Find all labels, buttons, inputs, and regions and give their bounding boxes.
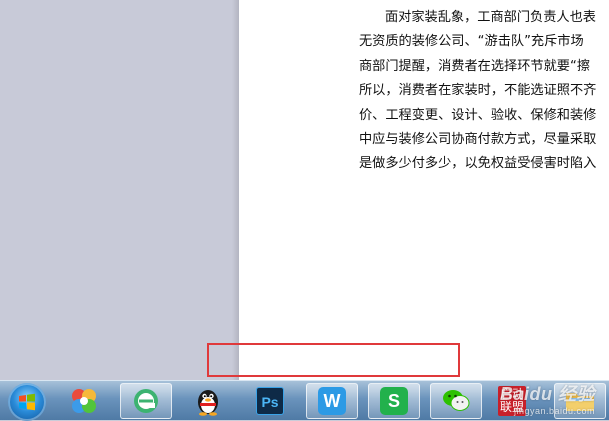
document-workspace: 面对家装乱象，工商部门负责人也表 无资质的装修公司、“游击队”充斥市场 商部门提…: [0, 0, 609, 380]
taskbar-app-photoshop[interactable]: Ps: [244, 383, 296, 419]
paragraph-line: 是做多少付多少，以免权益受侵害时陷入: [359, 156, 597, 172]
windows-flag-icon: [19, 393, 35, 411]
paragraph-line: 价、工程变更、设计、验收、保修和装修: [359, 107, 597, 123]
taskbar-app-wps-writer[interactable]: W: [306, 383, 358, 419]
baidu-jingyan-watermark: Baidu 经验 jingyan.baidu.com: [500, 380, 595, 416]
wechat-icon: [443, 390, 470, 411]
document-paragraph[interactable]: 面对家装乱象，工商部门负责人也表 无资质的装修公司、“游击队”充斥市场 商部门提…: [359, 6, 609, 177]
paragraph-line: 无资质的装修公司、“游击队”充斥市场: [359, 34, 584, 50]
taskbar-app-wechat[interactable]: [430, 383, 482, 419]
taskbar-app-pinwheel[interactable]: [58, 383, 110, 419]
qq-penguin-icon: [198, 390, 218, 416]
photoshop-icon: Ps: [256, 387, 284, 415]
browser-e-icon: [134, 389, 158, 413]
wps-writer-icon: W: [318, 387, 346, 415]
pinwheel-app-icon: [72, 389, 96, 413]
paragraph-line: 面对家装乱象，工商部门负责人也表: [385, 10, 596, 25]
watermark-subtext: jingyan.baidu.com: [513, 406, 595, 416]
wps-spreadsheet-icon: S: [380, 387, 408, 415]
taskbar-app-browser[interactable]: [120, 383, 172, 419]
taskbar: Ps W S 启动 联盟 Baidu 经验 jingyan.baidu.com: [0, 380, 609, 421]
paragraph-line: 中应与装修公司协商付款方式，尽量采取: [359, 131, 597, 147]
taskbar-app-wps-spreadsheet[interactable]: S: [368, 383, 420, 419]
paragraph-line: 所以，消费者在家装时，不能选证照不齐: [359, 83, 597, 99]
red-highlight-box: [207, 343, 460, 377]
paragraph-line: 商部门提醒，消费者在选择环节就要“擦: [359, 58, 591, 74]
start-button[interactable]: [8, 383, 46, 421]
watermark-text: Baidu 经验: [499, 384, 595, 404]
document-page[interactable]: 面对家装乱象，工商部门负责人也表 无资质的装修公司、“游击队”充斥市场 商部门提…: [239, 0, 609, 380]
taskbar-app-qq[interactable]: [182, 383, 234, 419]
